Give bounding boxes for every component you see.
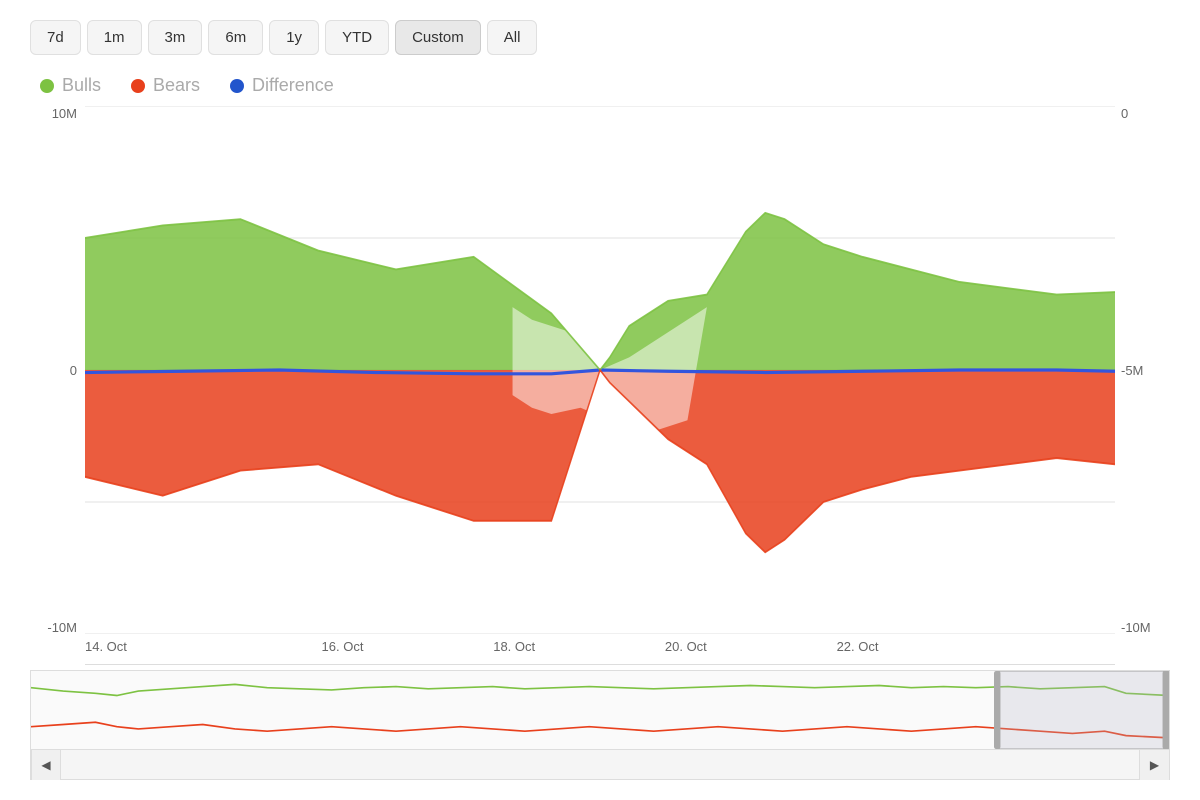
y-label-top: 10M: [30, 106, 85, 121]
bulls-label: Bulls: [62, 75, 101, 96]
x-label-3: 20. Oct: [600, 639, 772, 654]
btn-all[interactable]: All: [487, 20, 538, 55]
y-axis-right: 0 -5M -10M: [1115, 106, 1170, 665]
mini-handle-right[interactable]: [1163, 671, 1169, 749]
btn-ytd[interactable]: YTD: [325, 20, 389, 55]
mini-chart-inner[interactable]: [30, 670, 1170, 750]
chart-legend: Bulls Bears Difference: [30, 75, 1170, 96]
btn-custom[interactable]: Custom: [395, 20, 481, 55]
chart-wrapper: 10M 0 -10M: [30, 106, 1170, 780]
legend-bulls[interactable]: Bulls: [40, 75, 101, 96]
legend-bears[interactable]: Bears: [131, 75, 200, 96]
mini-chart-wrapper: ◀ ▶: [30, 670, 1170, 780]
mini-selection-window[interactable]: [997, 671, 1169, 749]
y-axis-left: 10M 0 -10M: [30, 106, 85, 665]
main-chart-svg: [85, 106, 1115, 634]
x-label-1: 16. Oct: [257, 639, 429, 654]
difference-dot: [230, 79, 244, 93]
y-label-mid: 0: [30, 363, 85, 378]
x-label-0: 14. Oct: [85, 639, 257, 654]
x-axis: 14. Oct 16. Oct 18. Oct 20. Oct 22. Oct: [85, 634, 1115, 664]
bears-dot: [131, 79, 145, 93]
bears-label: Bears: [153, 75, 200, 96]
mini-nav: ◀ ▶: [30, 750, 1170, 780]
btn-1m[interactable]: 1m: [87, 20, 142, 55]
time-range-selector: 7d 1m 3m 6m 1y YTD Custom All: [30, 20, 1170, 55]
y-right-label-0: 0: [1115, 106, 1170, 121]
bulls-area: [85, 213, 1115, 370]
nav-track: [61, 750, 1139, 779]
difference-label: Difference: [252, 75, 334, 96]
y-right-label-1: -5M: [1115, 363, 1170, 378]
y-right-label-2: -10M: [1115, 620, 1170, 635]
x-label-2: 18. Oct: [428, 639, 600, 654]
main-chart-container: 10M 0 -10M: [30, 106, 1170, 665]
nav-arrow-right[interactable]: ▶: [1139, 750, 1169, 780]
btn-1y[interactable]: 1y: [269, 20, 319, 55]
btn-6m[interactable]: 6m: [208, 20, 263, 55]
bulls-dot: [40, 79, 54, 93]
y-label-bot: -10M: [30, 620, 85, 635]
btn-7d[interactable]: 7d: [30, 20, 81, 55]
nav-arrow-left[interactable]: ◀: [31, 750, 61, 780]
chart-area[interactable]: 14. Oct 16. Oct 18. Oct 20. Oct 22. Oct: [85, 106, 1115, 665]
x-label-4: 22. Oct: [772, 639, 944, 654]
legend-difference[interactable]: Difference: [230, 75, 334, 96]
mini-handle-left[interactable]: [994, 671, 1000, 749]
mini-chart-svg: [31, 671, 1169, 749]
btn-3m[interactable]: 3m: [148, 20, 203, 55]
